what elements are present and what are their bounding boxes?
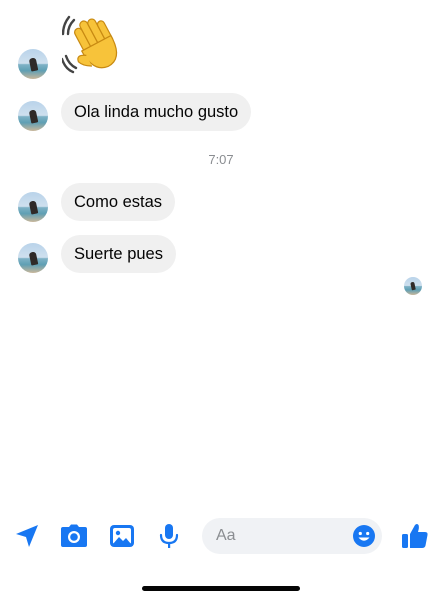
contact-avatar[interactable]: [18, 243, 48, 273]
message-text: Ola linda mucho gusto: [74, 102, 239, 121]
message-bubble[interactable]: Como estas: [61, 183, 176, 221]
message-timestamp: 7:07: [208, 152, 234, 167]
message-bubble[interactable]: Suerte pues: [61, 235, 176, 273]
gallery-button[interactable]: [105, 510, 139, 562]
contact-avatar[interactable]: [18, 101, 48, 131]
send-location-icon: [16, 525, 38, 547]
message-input-container[interactable]: [202, 518, 382, 554]
like-icon: [402, 524, 428, 548]
message-input[interactable]: [216, 527, 336, 545]
gallery-icon: [110, 525, 134, 547]
waving-hand-emoji: [62, 15, 118, 74]
contact-avatar[interactable]: [18, 192, 48, 222]
camera-icon: [61, 524, 87, 547]
microphone-button[interactable]: [152, 510, 186, 562]
like-button[interactable]: [398, 510, 432, 562]
home-indicator[interactable]: [142, 586, 300, 591]
contact-avatar[interactable]: [18, 49, 48, 79]
send-location-button[interactable]: [10, 510, 44, 562]
microphone-icon: [159, 524, 179, 548]
composer-bar: [0, 510, 442, 562]
message-text: Suerte pues: [74, 244, 163, 263]
emoji-icon[interactable]: [352, 524, 376, 548]
camera-button[interactable]: [57, 510, 91, 562]
message-bubble[interactable]: Ola linda mucho gusto: [61, 93, 252, 131]
read-receipt-avatar: [404, 277, 422, 295]
message-text: Como estas: [74, 192, 163, 211]
